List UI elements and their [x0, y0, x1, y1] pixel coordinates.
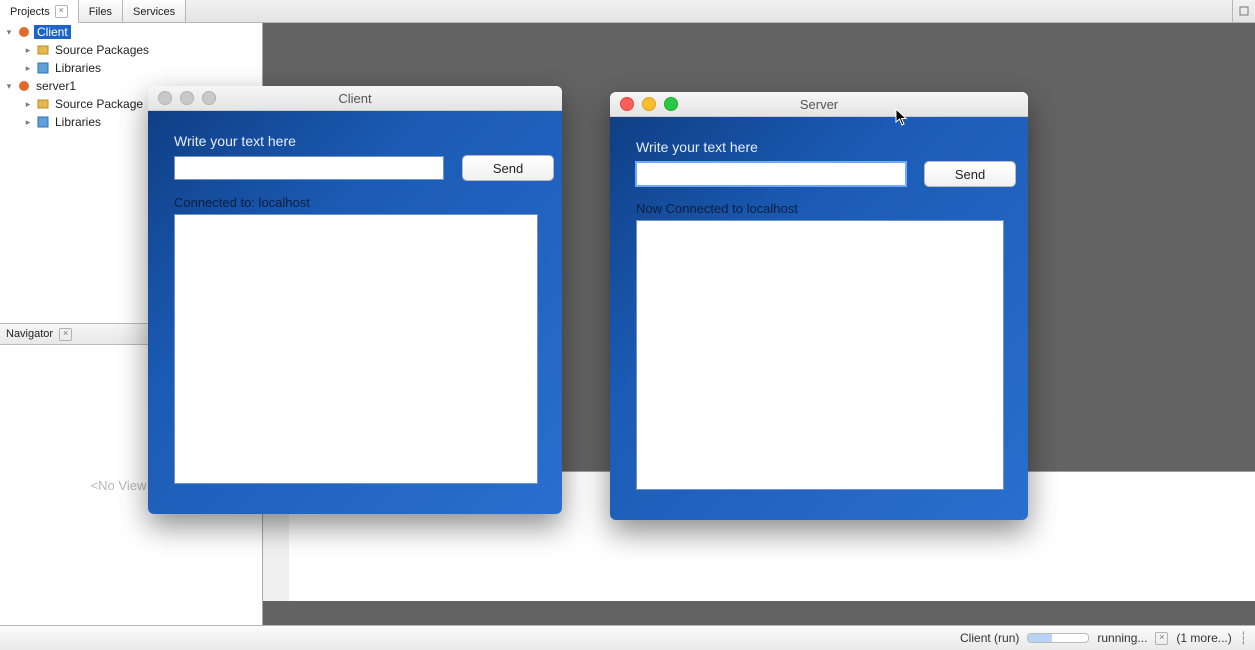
client-send-label: Send	[493, 161, 523, 176]
tree-node-client-lib[interactable]: ▸ Libraries	[0, 59, 262, 77]
close-window-icon[interactable]	[620, 97, 634, 111]
minimize-window-icon[interactable]	[642, 97, 656, 111]
client-status-label: Connected to: localhost	[174, 195, 536, 210]
tree-label: Source Packages	[53, 43, 151, 57]
server-log-area[interactable]	[636, 220, 1004, 490]
server-window[interactable]: Server Write your text here Send Now Con…	[610, 92, 1028, 520]
client-send-button[interactable]: Send	[462, 155, 554, 181]
tree-node-client[interactable]: ▾ Client	[0, 23, 262, 41]
tree-label: Source Package	[53, 97, 145, 111]
status-bar: Client (run) running... × (1 more...) ┆	[0, 625, 1255, 650]
collapse-icon[interactable]: ▾	[4, 81, 14, 91]
collapse-icon[interactable]: ▾	[4, 27, 14, 37]
tab-files[interactable]: Files	[79, 0, 123, 22]
expand-icon[interactable]: ▸	[23, 63, 33, 73]
tab-services[interactable]: Services	[123, 0, 186, 22]
close-icon[interactable]: ×	[59, 328, 72, 341]
minimize-panel-icon[interactable]	[1232, 0, 1255, 22]
client-message-input[interactable]	[174, 156, 444, 180]
tab-services-label: Services	[133, 6, 175, 18]
expand-icon[interactable]: ▸	[23, 99, 33, 109]
server-send-button[interactable]: Send	[924, 161, 1016, 187]
close-window-icon[interactable]	[158, 91, 172, 105]
tree-label: Client	[34, 25, 71, 39]
server-prompt-label: Write your text here	[636, 139, 1002, 155]
tree-label: server1	[34, 79, 78, 93]
client-prompt-label: Write your text here	[174, 133, 536, 149]
server-status-label: Now Connected to localhost	[636, 201, 1002, 216]
server-send-label: Send	[955, 167, 985, 182]
traffic-lights	[148, 91, 216, 105]
stop-task-icon[interactable]: ×	[1155, 632, 1168, 645]
client-body: Write your text here Send Connected to: …	[148, 111, 562, 514]
tree-label: Libraries	[53, 115, 103, 129]
package-icon	[36, 97, 50, 111]
expand-icon[interactable]: ▸	[23, 45, 33, 55]
client-titlebar[interactable]: Client	[148, 86, 562, 111]
tab-files-label: Files	[89, 6, 112, 18]
package-icon	[36, 43, 50, 57]
notifications-handle[interactable]: ┆	[1240, 631, 1247, 645]
progress-bar	[1027, 633, 1089, 643]
libraries-icon	[36, 115, 50, 129]
tab-projects-label: Projects	[10, 6, 50, 18]
libraries-icon	[36, 61, 50, 75]
client-window[interactable]: Client Write your text here Send Connect…	[148, 86, 562, 514]
traffic-lights	[610, 97, 678, 111]
status-task-label: Client (run)	[960, 631, 1019, 645]
tree-node-client-src[interactable]: ▸ Source Packages	[0, 41, 262, 59]
expand-icon[interactable]: ▸	[23, 117, 33, 127]
client-log-area[interactable]	[174, 214, 538, 484]
minimize-window-icon[interactable]	[180, 91, 194, 105]
zoom-window-icon[interactable]	[202, 91, 216, 105]
server-body: Write your text here Send Now Connected …	[610, 117, 1028, 520]
tree-label: Libraries	[53, 61, 103, 75]
navigator-tab-label: Navigator	[6, 328, 53, 340]
server-titlebar[interactable]: Server	[610, 92, 1028, 117]
zoom-window-icon[interactable]	[664, 97, 678, 111]
java-project-icon	[17, 79, 31, 93]
tab-projects[interactable]: Projects ×	[0, 0, 79, 23]
status-more-label[interactable]: (1 more...)	[1176, 631, 1231, 645]
java-project-icon	[17, 25, 31, 39]
side-tabs: Projects × Files Services	[0, 0, 1255, 23]
status-state-label: running...	[1097, 631, 1147, 645]
close-icon[interactable]: ×	[55, 5, 68, 18]
server-message-input[interactable]	[636, 162, 906, 186]
